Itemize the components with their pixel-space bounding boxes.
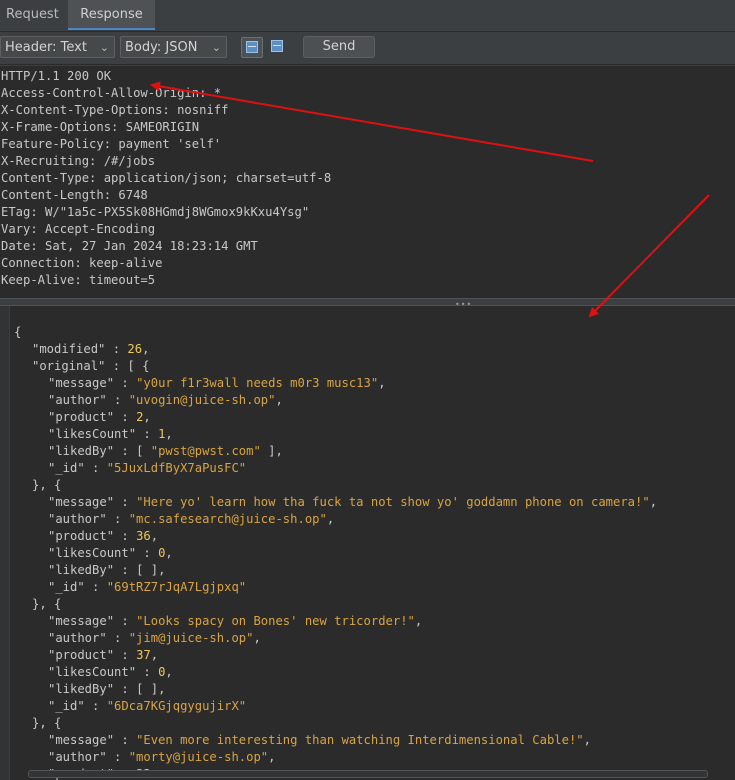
editor-gutter — [0, 306, 10, 780]
header-line: HTTP/1.1 200 OK — [1, 69, 112, 83]
json-line: }, { — [32, 716, 62, 730]
json-line: "author" : "morty@juice-sh.op", — [48, 750, 276, 764]
tab-response[interactable]: Response — [68, 0, 155, 30]
json-line: "modified" : 26, — [32, 342, 150, 356]
json-line: "likedBy" : [ ], — [48, 563, 166, 577]
json-line: "_id" : "5JuxLdfByX7aPusFC" — [48, 461, 247, 475]
json-line: "likedBy" : [ ], — [48, 682, 166, 696]
header-line: Connection: keep-alive — [1, 256, 163, 270]
json-line: "message" : "Even more interesting than … — [48, 733, 591, 747]
json-line: }, { — [32, 478, 62, 492]
json-line: "message" : "Here yo' learn how tha fuck… — [48, 495, 658, 509]
body-format-value: Body: JSON — [125, 40, 198, 55]
split-vertical-icon — [271, 40, 283, 52]
json-line: "author" : "mc.safesearch@juice-sh.op", — [48, 512, 335, 526]
header-line: X-Content-Type-Options: nosniff — [1, 103, 229, 117]
tab-bar: Request Response — [0, 0, 735, 32]
json-line: { — [14, 325, 22, 339]
header-line: Feature-Policy: payment 'self' — [1, 137, 222, 151]
header-line: Content-Type: application/json; charset=… — [1, 171, 332, 185]
json-line: "message" : "Looks spacy on Bones' new t… — [48, 614, 423, 628]
body-format-select[interactable]: Body: JSON ⌄ — [120, 36, 227, 58]
header-line: Date: Sat, 27 Jan 2024 18:23:14 GMT — [1, 239, 258, 253]
json-line: "original" : [ { — [32, 359, 150, 373]
json-line: "message" : "y0ur f1r3wall needs m0r3 mu… — [48, 376, 386, 390]
json-line: "_id" : "69tRZ7rJqA7Lgjpxq" — [48, 580, 247, 594]
header-line: Vary: Accept-Encoding — [1, 222, 156, 236]
header-line: Keep-Alive: timeout=5 — [1, 273, 156, 287]
pane-splitter[interactable]: ••• — [0, 298, 735, 309]
header-line: ETag: W/"1a5c-PX5Sk08HGmdj8WGmox9kKxu4Ys… — [1, 205, 310, 219]
header-format-select[interactable]: Header: Text ⌄ — [0, 36, 115, 58]
send-button[interactable]: Send — [303, 36, 375, 58]
response-headers-pane[interactable]: HTTP/1.1 200 OK Access-Control-Allow-Ori… — [0, 66, 735, 298]
json-line: "product" : 36, — [48, 529, 159, 543]
split-horizontal-icon — [246, 41, 258, 53]
json-line: "_id" : "6Dca7KGjqgygujirX" — [48, 699, 247, 713]
horizontal-scrollbar[interactable] — [28, 770, 708, 778]
json-line: "likedBy" : [ "pwst@pwst.com" ], — [48, 444, 283, 458]
split-vertical-button[interactable] — [267, 37, 289, 58]
json-line: "author" : "uvogin@juice-sh.op", — [48, 393, 283, 407]
header-line: Access-Control-Allow-Origin: * — [1, 86, 222, 100]
chevron-down-icon: ⌄ — [99, 41, 109, 54]
header-line: X-Recruiting: /#/jobs — [1, 154, 156, 168]
json-line: "product" : 2, — [48, 410, 151, 424]
header-line: Content-Length: 6748 — [1, 188, 148, 202]
json-line: "likesCount" : 0, — [48, 546, 173, 560]
chevron-down-icon: ⌄ — [211, 41, 221, 54]
json-line: "author" : "jim@juice-sh.op", — [48, 631, 261, 645]
tab-request[interactable]: Request — [0, 0, 65, 30]
header-format-value: Header: Text — [5, 40, 87, 55]
json-line: "likesCount" : 1, — [48, 427, 173, 441]
toolbar: Header: Text ⌄ Body: JSON ⌄ Send — [0, 32, 735, 65]
response-body-pane[interactable]: { "modified" : 26, "original" : [ { "messag… — [0, 306, 735, 780]
json-line: "product" : 37, — [48, 648, 159, 662]
json-line: }, { — [32, 597, 62, 611]
split-horizontal-button[interactable] — [241, 37, 263, 58]
header-line: X-Frame-Options: SAMEORIGIN — [1, 120, 200, 134]
json-line: "likesCount" : 0, — [48, 665, 173, 679]
